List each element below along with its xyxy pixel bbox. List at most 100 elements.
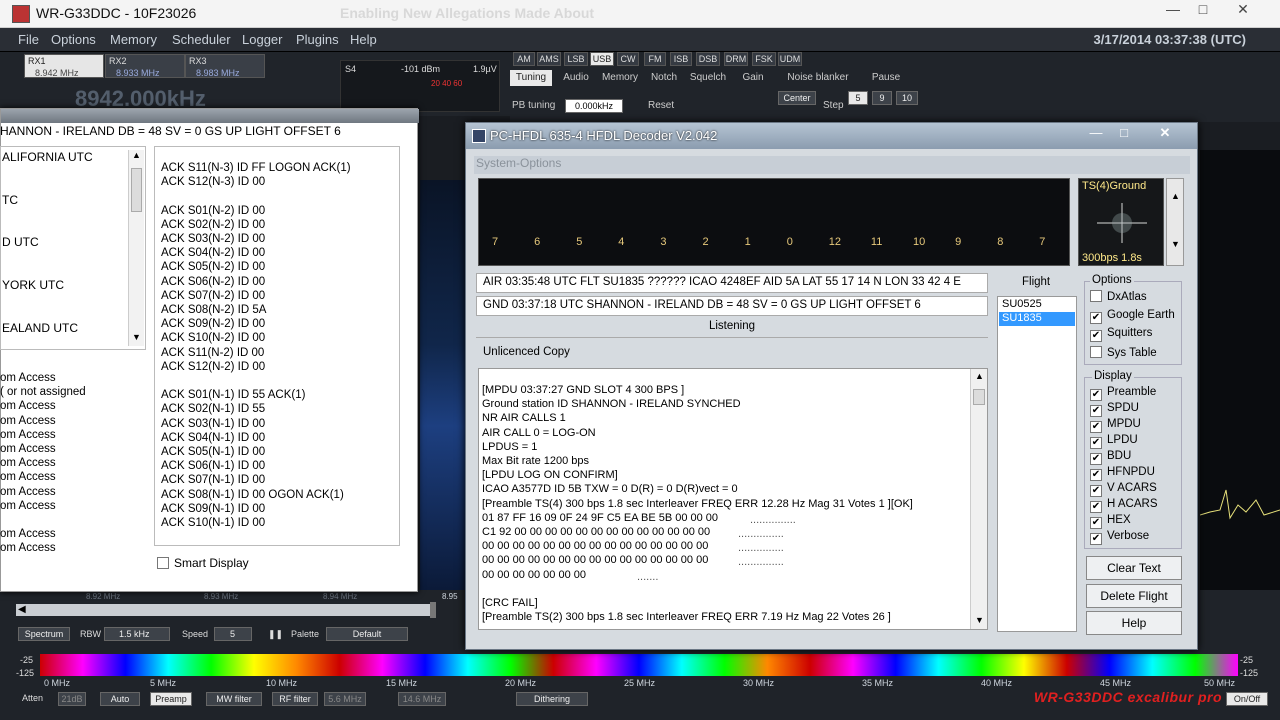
- rx1-tab[interactable]: RX1 8.942 MHz: [24, 54, 104, 78]
- log-scrollbar[interactable]: ▲ ▼: [970, 369, 987, 629]
- chevron-up-icon[interactable]: ▲: [1171, 191, 1180, 201]
- mode-lsb[interactable]: LSB: [564, 52, 588, 66]
- zone-item[interactable]: TC: [2, 193, 18, 207]
- display-checkbox[interactable]: ✔ LPDU: [1090, 434, 1138, 449]
- system-options-menu[interactable]: System-Options: [474, 156, 1190, 174]
- spectrum-button[interactable]: Spectrum: [18, 627, 70, 641]
- zone-item[interactable]: ALIFORNIA UTC: [2, 150, 93, 164]
- minimize-button[interactable]: —: [1158, 0, 1188, 20]
- decoder-maximize-button[interactable]: □: [1111, 124, 1137, 142]
- scroll-thumb[interactable]: [131, 168, 142, 212]
- checkbox[interactable]: ✔: [1090, 469, 1102, 481]
- display-checkbox[interactable]: ✔ Preamble: [1090, 386, 1156, 401]
- checkbox[interactable]: ✔: [1090, 517, 1102, 529]
- menu-plugins[interactable]: Plugins: [296, 32, 339, 47]
- rf-filter-low[interactable]: 5.6 MHz: [324, 692, 366, 706]
- option-checkbox[interactable]: ✔ Squitters: [1090, 327, 1152, 343]
- on-off-button[interactable]: On/Off: [1226, 692, 1268, 706]
- mode-ams[interactable]: AMS: [537, 52, 561, 66]
- display-checkbox[interactable]: ✔ V ACARS: [1090, 482, 1157, 497]
- menu-logger[interactable]: Logger: [242, 32, 282, 47]
- mode-fsk[interactable]: FSK: [752, 52, 776, 66]
- speed-select[interactable]: 5: [214, 627, 252, 641]
- option-checkbox[interactable]: DxAtlas: [1090, 290, 1147, 303]
- chevron-up-icon[interactable]: ▲: [132, 150, 141, 160]
- rx3-tab[interactable]: RX3 8.983 MHz: [185, 54, 265, 78]
- display-checkbox[interactable]: ✔ BDU: [1090, 450, 1131, 465]
- checkbox[interactable]: ✔: [1090, 533, 1102, 545]
- decoder-minimize-button[interactable]: —: [1083, 124, 1109, 142]
- rbw-select[interactable]: 1.5 kHz: [104, 627, 170, 641]
- pb-reset-button[interactable]: Reset: [648, 100, 674, 111]
- mode-am[interactable]: AM: [513, 52, 535, 66]
- checkbox[interactable]: ✔: [1090, 453, 1102, 465]
- menu-help[interactable]: Help: [350, 32, 377, 47]
- tab-notch[interactable]: Notch: [646, 70, 682, 86]
- rf-filter-button[interactable]: RF filter: [272, 692, 318, 706]
- menu-file[interactable]: File: [18, 32, 39, 47]
- chevron-up-icon[interactable]: ▲: [975, 371, 984, 381]
- display-checkbox[interactable]: ✔ Verbose: [1090, 530, 1149, 545]
- chevron-down-icon[interactable]: ▼: [1171, 239, 1180, 249]
- menu-memory[interactable]: Memory: [110, 32, 157, 47]
- overview-waterfall[interactable]: [40, 654, 1238, 676]
- zone-scrollbar[interactable]: ▲ ▼: [128, 150, 144, 346]
- checkbox[interactable]: ✔: [1090, 485, 1102, 497]
- display-checkbox[interactable]: ✔ HEX: [1090, 514, 1131, 529]
- option-checkbox[interactable]: ✔ Google Earth: [1090, 309, 1175, 324]
- tab-pause[interactable]: Pause: [866, 70, 906, 86]
- mode-fm[interactable]: FM: [644, 52, 666, 66]
- tab-gain[interactable]: Gain: [736, 70, 770, 86]
- pause-icon[interactable]: ❚❚: [268, 629, 283, 640]
- tab-audio[interactable]: Audio: [558, 70, 594, 86]
- checkbox[interactable]: ✔: [1090, 501, 1102, 513]
- tuning-slider[interactable]: ◀: [16, 602, 436, 618]
- pb-tuning-input[interactable]: 0.000kHz: [565, 99, 623, 113]
- zone-item[interactable]: D UTC: [2, 235, 39, 249]
- tab-noise-blanker[interactable]: Noise blanker: [780, 70, 856, 86]
- display-checkbox[interactable]: ✔ H ACARS: [1090, 498, 1158, 513]
- flight-item[interactable]: SU0525: [999, 298, 1075, 312]
- flight-item-selected[interactable]: SU1835: [999, 312, 1075, 326]
- step-10[interactable]: 10: [896, 91, 918, 105]
- zone-item[interactable]: YORK UTC: [2, 278, 64, 292]
- decoder-close-button[interactable]: ✕: [1152, 124, 1178, 142]
- menu-scheduler[interactable]: Scheduler: [172, 32, 231, 47]
- mode-udm[interactable]: UDM: [778, 52, 802, 66]
- help-button[interactable]: Help: [1086, 611, 1182, 635]
- palette-select[interactable]: Default: [326, 627, 408, 641]
- maximize-button[interactable]: □: [1188, 0, 1218, 20]
- slider-thumb[interactable]: [430, 602, 436, 618]
- tab-memory[interactable]: Memory: [600, 70, 640, 86]
- checkbox[interactable]: ✔: [1090, 389, 1102, 401]
- atten-value[interactable]: 21dB: [58, 692, 86, 706]
- step-5[interactable]: 5: [848, 91, 868, 105]
- display-checkbox[interactable]: ✔ HFNPDU: [1090, 466, 1155, 481]
- checkbox[interactable]: ✔: [1090, 421, 1102, 433]
- mw-filter-button[interactable]: MW filter: [206, 692, 262, 706]
- mode-usb[interactable]: USB: [590, 52, 614, 66]
- dithering-button[interactable]: Dithering: [516, 692, 588, 706]
- zone-item[interactable]: EALAND UTC: [2, 321, 78, 335]
- option-checkbox[interactable]: Sys Table: [1090, 345, 1157, 359]
- tab-squelch[interactable]: Squelch: [686, 70, 730, 86]
- step-9[interactable]: 9: [872, 91, 892, 105]
- checkbox[interactable]: [1090, 290, 1102, 302]
- mode-isb[interactable]: ISB: [670, 52, 692, 66]
- mode-cw[interactable]: CW: [617, 52, 639, 66]
- display-checkbox[interactable]: ✔ MPDU: [1090, 418, 1141, 433]
- scroll-thumb[interactable]: [973, 389, 985, 405]
- rx2-tab[interactable]: RX2 8.933 MHz: [105, 54, 185, 78]
- checkbox[interactable]: ✔: [1090, 311, 1102, 324]
- smart-display-checkbox[interactable]: Smart Display: [157, 556, 249, 570]
- rf-filter-high[interactable]: 14.6 MHz: [398, 692, 446, 706]
- chevron-down-icon[interactable]: ▼: [975, 615, 984, 625]
- flight-list[interactable]: [997, 296, 1077, 632]
- auto-button[interactable]: Auto: [100, 692, 140, 706]
- delete-flight-button[interactable]: Delete Flight: [1086, 584, 1182, 608]
- mode-drm[interactable]: DRM: [724, 52, 748, 66]
- close-button[interactable]: ✕: [1228, 0, 1258, 20]
- clear-text-button[interactable]: Clear Text: [1086, 556, 1182, 580]
- ts-scrollbar[interactable]: ▲ ▼: [1166, 178, 1184, 266]
- checkbox[interactable]: [1090, 345, 1102, 358]
